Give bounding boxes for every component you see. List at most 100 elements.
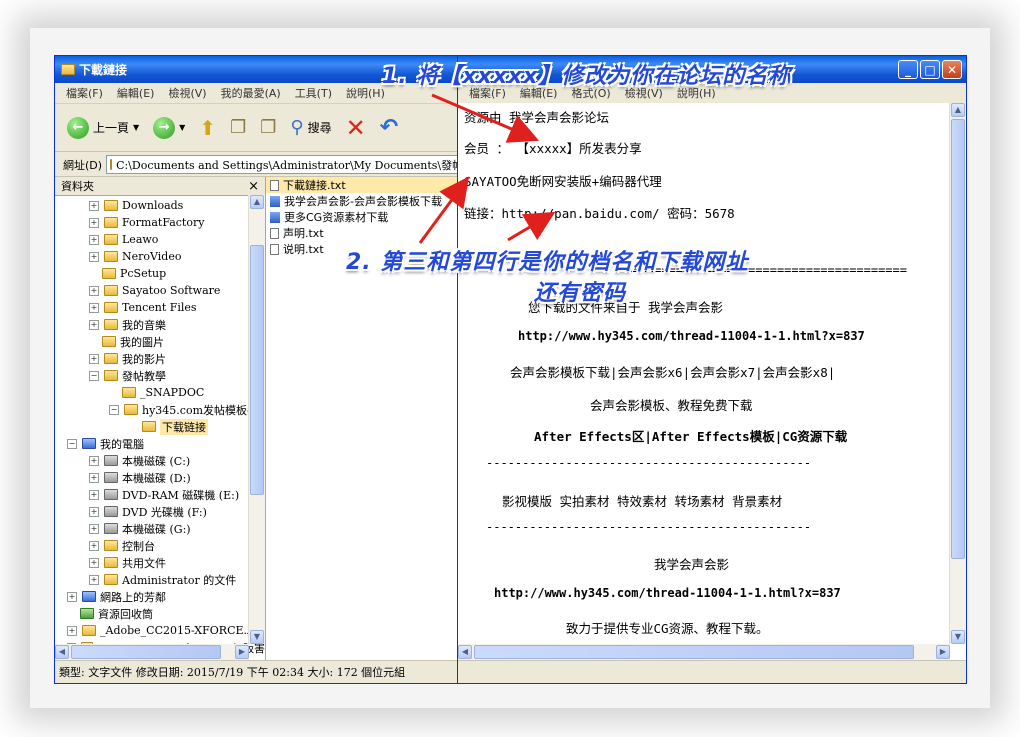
tree-item-label: 本機磁碟 (G:): [122, 522, 191, 536]
scroll-up-arrow[interactable]: ▲: [250, 195, 264, 209]
file-item[interactable]: 更多CG资源素材下载: [266, 209, 458, 225]
expand-toggle-icon[interactable]: +: [89, 506, 99, 517]
expand-toggle-icon[interactable]: +: [89, 523, 99, 534]
expand-toggle-icon[interactable]: +: [89, 557, 99, 568]
tree-item[interactable]: + 我的音樂: [55, 316, 265, 333]
scroll-down-arrow[interactable]: ▼: [951, 630, 965, 644]
file-name: 下載鏈接.txt: [283, 179, 346, 192]
scroll-thumb-h[interactable]: [474, 645, 914, 659]
tree-item[interactable]: − 發帖教學: [55, 367, 265, 384]
tree-item[interactable]: + 共用文件: [55, 554, 265, 571]
move-to-button[interactable]: ❐: [226, 111, 250, 145]
expand-toggle-icon[interactable]: −: [89, 370, 99, 381]
forward-button[interactable]: → ▼: [149, 111, 189, 145]
notepad-horizontal-scrollbar[interactable]: ◀ ▶: [458, 644, 950, 661]
tree-item[interactable]: 我的圖片: [55, 333, 265, 350]
maximize-button[interactable]: □: [920, 60, 940, 79]
separator-line: ----------------------------------------…: [486, 456, 812, 470]
tree-item[interactable]: + DVD-RAM 磁碟機 (E:): [55, 486, 265, 503]
expand-toggle-icon[interactable]: +: [89, 353, 99, 364]
expand-toggle-icon[interactable]: +: [89, 472, 99, 483]
folders-horizontal-scrollbar[interactable]: ◀ ▶: [55, 644, 249, 661]
expand-toggle-icon[interactable]: +: [89, 455, 99, 466]
tree-item[interactable]: + 我的影片: [55, 350, 265, 367]
scroll-right-arrow[interactable]: ▶: [936, 645, 950, 659]
tree-item[interactable]: + Sayatoo Software: [55, 282, 265, 299]
expand-toggle-icon[interactable]: +: [89, 302, 99, 313]
notepad-vertical-scrollbar[interactable]: ▲ ▼: [949, 103, 966, 644]
notepad-text-area[interactable]: 资源由 我学会声会影论坛 会员 ： 【xxxxx】所发表分享 SAYATOO免断…: [458, 103, 966, 661]
status-text: 類型: 文字文件 修改日期: 2015/7/19 下午 02:34 大小: 17…: [59, 666, 406, 679]
tree-item[interactable]: PcSetup: [55, 265, 265, 282]
close-pane-button[interactable]: ×: [248, 179, 259, 194]
search-button[interactable]: ⚲ 搜尋: [286, 111, 335, 145]
file-name: 声明.txt: [283, 227, 324, 240]
folders-vertical-scrollbar[interactable]: ▲ ▼: [248, 195, 265, 644]
tree-item[interactable]: − 我的電腦: [55, 435, 265, 452]
scroll-down-arrow[interactable]: ▼: [250, 630, 264, 644]
dvd-icon: [104, 489, 118, 500]
scroll-thumb[interactable]: [951, 119, 965, 559]
scroll-left-arrow[interactable]: ◀: [458, 645, 472, 659]
up-folder-button[interactable]: ⬆: [195, 111, 220, 145]
tree-item[interactable]: + 本機磁碟 (C:): [55, 452, 265, 469]
tree-item[interactable]: + Leawo: [55, 231, 265, 248]
tree-item[interactable]: + Administrator 的文件: [55, 571, 265, 588]
tree-item[interactable]: + DVD 光碟機 (F:): [55, 503, 265, 520]
copy-to-button[interactable]: ❐: [256, 111, 280, 145]
folder-icon: [104, 251, 118, 262]
tree-item[interactable]: + Downloads: [55, 197, 265, 214]
menu-edit[interactable]: 編輯(E): [112, 85, 160, 101]
expand-toggle-icon[interactable]: +: [89, 489, 99, 500]
file-item[interactable]: 声明.txt: [266, 225, 458, 241]
tree-item[interactable]: − hy345.com发帖模板-: [55, 401, 265, 418]
tree-item[interactable]: 資源回收筒: [55, 605, 265, 622]
folder-icon: [104, 302, 118, 313]
expand-toggle-icon: [89, 338, 97, 346]
file-item[interactable]: 下載鏈接.txt: [266, 177, 458, 193]
folder-icon: [104, 234, 118, 245]
expand-toggle-icon[interactable]: −: [109, 404, 119, 415]
expand-toggle-icon[interactable]: +: [89, 217, 99, 228]
expand-toggle-icon: [89, 270, 97, 278]
expand-toggle-icon[interactable]: +: [89, 540, 99, 551]
scroll-thumb-h[interactable]: [71, 645, 221, 659]
tree-item[interactable]: + 網路上的芳鄰: [55, 588, 265, 605]
scroll-left-arrow[interactable]: ◀: [55, 645, 69, 659]
tree-item[interactable]: _SNAPDOC: [55, 384, 265, 401]
tree-item[interactable]: + 控制台: [55, 537, 265, 554]
file-item[interactable]: 我学会声会影-会声会影模板下载: [266, 193, 458, 209]
expand-toggle-icon[interactable]: +: [67, 591, 77, 602]
scroll-up-arrow[interactable]: ▲: [951, 103, 965, 117]
expand-toggle-icon[interactable]: +: [89, 574, 99, 585]
scroll-thumb[interactable]: [250, 245, 264, 495]
tree-item-label: Downloads: [122, 199, 184, 212]
menu-file[interactable]: 檔案(F): [61, 85, 108, 101]
expand-toggle-icon[interactable]: +: [67, 625, 77, 636]
drive-icon: [104, 455, 118, 466]
tree-item[interactable]: + NeroVideo: [55, 248, 265, 265]
folder-icon: [122, 387, 136, 398]
menu-tools[interactable]: 工具(T): [290, 85, 337, 101]
undo-button[interactable]: ↶: [376, 111, 402, 145]
tree-item[interactable]: + 本機磁碟 (G:): [55, 520, 265, 537]
tree-item[interactable]: + 本機磁碟 (D:): [55, 469, 265, 486]
close-button[interactable]: ✕: [942, 60, 962, 79]
expand-toggle-icon[interactable]: +: [89, 200, 99, 211]
tree-item[interactable]: + FormatFactory: [55, 214, 265, 231]
menu-favorites[interactable]: 我的最愛(A): [216, 85, 286, 101]
expand-toggle-icon[interactable]: −: [67, 438, 77, 449]
menu-view[interactable]: 檢視(V): [163, 85, 211, 101]
delete-button[interactable]: ✕: [342, 111, 370, 145]
tree-item[interactable]: + _Adobe_CC2015-XFORCE.A: [55, 622, 265, 639]
tree-item[interactable]: 下载链接: [55, 418, 265, 435]
scroll-right-arrow[interactable]: ▶: [235, 645, 249, 659]
expand-toggle-icon[interactable]: +: [89, 319, 99, 330]
address-field[interactable]: C:\Documents and Settings\Administrator\…: [106, 155, 458, 174]
back-button[interactable]: ← 上一頁 ▼: [63, 111, 143, 145]
minimize-button[interactable]: _: [898, 60, 918, 79]
expand-toggle-icon[interactable]: +: [89, 251, 99, 262]
tree-item[interactable]: + Tencent Files: [55, 299, 265, 316]
expand-toggle-icon[interactable]: +: [89, 285, 99, 296]
expand-toggle-icon[interactable]: +: [89, 234, 99, 245]
